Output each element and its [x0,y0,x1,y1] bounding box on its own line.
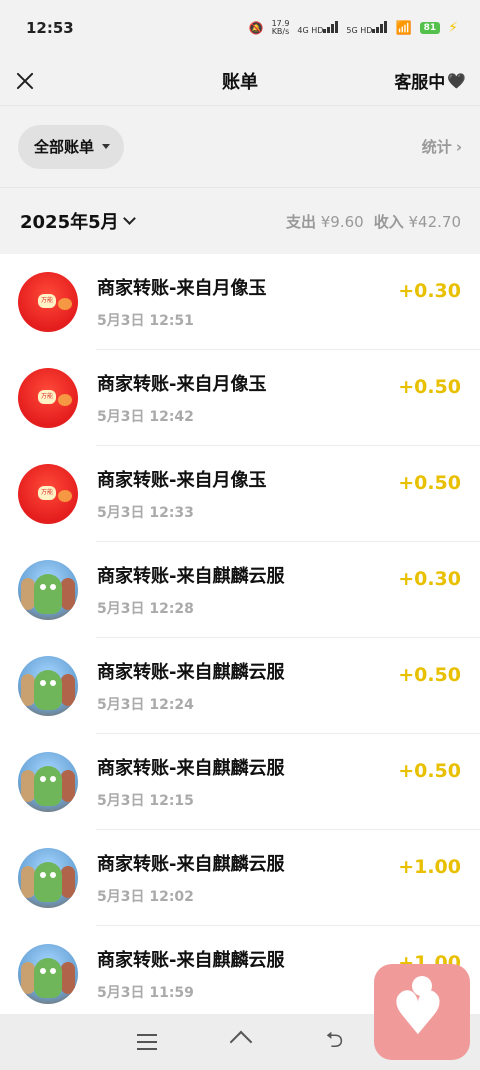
transaction-time: 5月3日 12:28 [97,601,194,617]
bill-filter-dropdown[interactable]: 全部账单 [18,124,125,169]
transaction-time: 5月3日 12:24 [97,697,194,713]
transaction-amount: +0.50 [398,376,461,398]
month-selector[interactable]: 2025年5月 [20,208,136,234]
chevron-down-icon [122,212,136,225]
wifi-icon: 📶 [395,20,412,36]
merchant-avatar [18,944,78,1004]
signal-5g: 5G HD [346,21,388,35]
transaction-amount: +0.50 [398,472,461,494]
floating-heart-button[interactable]: ♥ [374,964,470,1060]
transaction-row[interactable]: 商家转账-来自麒麟云服 5月3日 12:24 +0.50 [0,638,480,734]
transaction-amount: +0.50 [398,760,461,782]
month-summary: 支出 ¥9.60 收入 ¥42.70 [286,211,461,232]
merchant-avatar: 万能 [18,464,78,524]
merchant-avatar [18,752,78,812]
chevron-right-icon: › [455,137,462,156]
transaction-row[interactable]: 商家转账-来自麒麟云服 5月3日 12:15 +0.50 [0,734,480,830]
home-icon[interactable] [230,1032,252,1052]
close-icon[interactable] [14,70,36,92]
merchant-avatar [18,848,78,908]
status-time: 12:53 [26,19,74,37]
transaction-time: 5月3日 12:33 [97,505,194,521]
merchant-avatar [18,656,78,716]
transaction-row[interactable]: 万能 商家转账-来自月像玉 5月3日 12:51 +0.30 [0,254,480,350]
transaction-time: 5月3日 12:42 [97,409,194,425]
status-icons: 🔕 17.9 KB/s 4G HD 5G HD 📶 81 ⚡ [248,19,458,37]
transaction-row[interactable]: 商家转账-来自麒麟云服 5月3日 12:02 +1.00 [0,830,480,926]
transaction-amount: +1.00 [398,856,461,878]
month-label: 2025年5月 [20,212,119,233]
transaction-list: 万能 商家转账-来自月像玉 5月3日 12:51 +0.30 万能 商家转账-来自… [0,254,480,1022]
transaction-amount: +0.30 [398,568,461,590]
transaction-amount: +0.50 [398,664,461,686]
charging-icon: ⚡ [448,20,458,36]
transaction-row[interactable]: 万能 商家转账-来自月像玉 5月3日 12:42 +0.50 [0,350,480,446]
signal-4g: 4G HD [297,21,339,35]
transaction-row[interactable]: 商家转账-来自麒麟云服 5月3日 12:28 +0.30 [0,542,480,638]
filter-label: 全部账单 [34,138,95,156]
filter-bar: 全部账单 统计 › [0,106,480,188]
mute-icon: 🔕 [248,21,264,35]
battery-indicator: 81 [419,22,441,34]
month-bar: 2025年5月 支出 ¥9.60 收入 ¥42.70 [0,188,480,254]
network-speed: 17.9 KB/s [271,19,290,36]
income-summary: 收入 ¥42.70 [373,212,461,231]
menu-icon[interactable] [136,1034,157,1050]
statistics-label: 统计 [421,138,452,156]
nav-bar: 账单 客服中 🖤 [0,56,480,106]
transaction-amount: +0.30 [398,280,461,302]
heart-icon: 🖤 [447,71,466,90]
expense-summary: 支出 ¥9.60 [285,212,364,231]
customer-service-button[interactable]: 客服中 🖤 [394,68,466,94]
merchant-avatar: 万能 [18,368,78,428]
service-label: 客服中 [394,73,446,93]
transaction-time: 5月3日 12:15 [97,793,194,809]
caret-down-icon [102,144,111,149]
transaction-time: 5月3日 12:51 [97,313,194,329]
merchant-avatar [18,560,78,620]
status-bar: 12:53 🔕 17.9 KB/s 4G HD 5G HD 📶 81 ⚡ [0,0,480,56]
transaction-row[interactable]: 万能 商家转账-来自月像玉 5月3日 12:33 +0.50 [0,446,480,542]
transaction-time: 5月3日 12:02 [97,889,194,905]
back-icon[interactable]: ⮌ [326,1023,344,1061]
statistics-link[interactable]: 统计 › [422,136,462,157]
merchant-avatar: 万能 [18,272,78,332]
